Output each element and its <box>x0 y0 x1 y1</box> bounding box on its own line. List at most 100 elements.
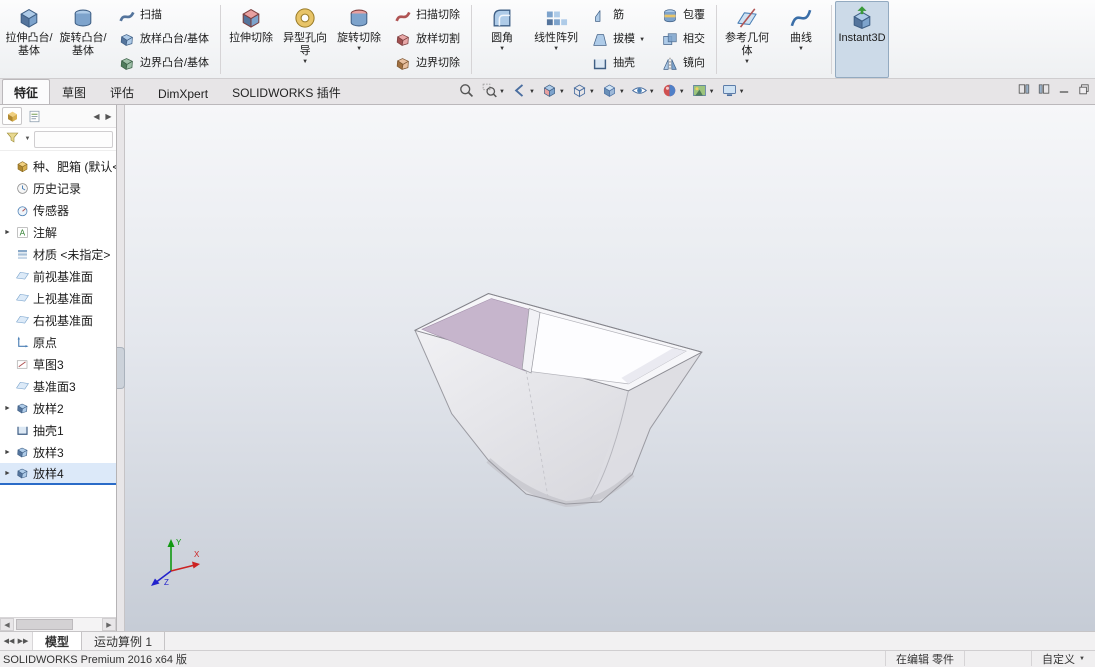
shell-button[interactable]: 抽壳 <box>585 52 651 75</box>
apply-scene-icon <box>691 82 708 102</box>
fillet-button[interactable]: 圆角 ▼ <box>475 1 529 78</box>
previous-view-button[interactable]: ▼ <box>509 81 537 102</box>
rib-button[interactable]: 筋 <box>585 4 651 27</box>
intersect-button[interactable]: 相交 <box>655 28 711 51</box>
minimize-icon <box>1058 83 1070 95</box>
ribbon-separator <box>471 5 473 74</box>
restore-button[interactable] <box>1078 83 1090 95</box>
view-settings-button[interactable]: ▼ <box>719 81 747 102</box>
filter-funnel-button[interactable] <box>3 130 21 148</box>
tab-SOLIDWORKS 插件[interactable]: SOLIDWORKS 插件 <box>220 79 353 104</box>
tab-草图[interactable]: 草图 <box>50 79 98 104</box>
apply-scene-button[interactable]: ▼ <box>689 81 717 102</box>
tree-filter-input[interactable] <box>34 130 113 148</box>
lofted-boss-base-button[interactable]: 放样凸台/基体 <box>112 28 215 51</box>
tab-DimXpert[interactable]: DimXpert <box>146 82 220 104</box>
draft-button[interactable]: 拔模 ▼ <box>585 28 651 51</box>
expander-icon[interactable]: ► <box>3 229 12 236</box>
dropdown-arrow-icon: ▼ <box>798 46 804 52</box>
section-view-button[interactable]: ▼ <box>539 81 567 102</box>
previous-pane-button[interactable] <box>1018 83 1030 95</box>
boundary-cut-button[interactable]: 边界切除 <box>388 52 466 75</box>
expander-icon[interactable]: ► <box>3 470 12 477</box>
scrollbar-track[interactable] <box>14 618 102 631</box>
lofted-boss-icon <box>118 31 136 49</box>
feature-tree-item-上视基准面[interactable]: 上视基准面 <box>0 287 116 309</box>
hole-wizard-button[interactable]: 异型孔向导 ▼ <box>278 1 332 78</box>
filter-dropdown-arrow[interactable]: ▼ <box>23 136 32 142</box>
mirror-button[interactable]: 镜向 <box>655 52 711 75</box>
feature-tree-item-抽壳1[interactable]: 抽壳1 <box>0 419 116 441</box>
graphics-viewport[interactable]: Z X Y <box>125 105 1095 631</box>
instant3d-button[interactable]: Instant3D <box>835 1 890 78</box>
doc-tabs-first-button[interactable]: ◀◀ <box>3 637 15 645</box>
ribbon-stack: 筋拔模 ▼ 抽壳 <box>583 1 653 78</box>
feature-tree-item-右视基准面[interactable]: 右视基准面 <box>0 309 116 331</box>
propertymanager-tab[interactable] <box>24 107 44 125</box>
zoom-to-fit-button[interactable] <box>456 81 477 102</box>
feature-tree-item-种、肥箱 (默认<<[interactable]: 种、肥箱 (默认<< <box>0 155 116 177</box>
document-tab-模型[interactable]: 模型 <box>33 632 83 650</box>
hide-show-items-icon <box>631 82 648 102</box>
wrap-icon <box>661 7 679 25</box>
splitter-handle[interactable] <box>117 347 125 389</box>
panel-splitter[interactable] <box>117 105 125 631</box>
scroll-right-button[interactable]: ▶ <box>102 618 116 631</box>
swept-cut-button[interactable]: 扫描切除 <box>388 4 466 27</box>
featuremanager-icon <box>7 111 17 122</box>
customize-menu[interactable]: 自定义 ▼ <box>1031 651 1095 666</box>
triad-z-label: Z <box>164 578 169 587</box>
expander-icon[interactable]: ► <box>3 449 12 456</box>
svg-text:A: A <box>20 228 26 237</box>
extruded-cut-button[interactable]: 拉伸切除 <box>224 1 278 78</box>
featuremanager-tab[interactable] <box>2 107 22 125</box>
curves-button[interactable]: 曲线 ▼ <box>774 1 828 78</box>
feature-tree-item-注解[interactable]: ► A 注解 <box>0 221 116 243</box>
feature-tree-item-历史记录[interactable]: 历史记录 <box>0 177 116 199</box>
feature-tree-item-原点[interactable]: 原点 <box>0 331 116 353</box>
feature-tree-item-放样3[interactable]: ► 放样3 <box>0 441 116 463</box>
revolved-boss-base-button[interactable]: 旋转凸台/基体 <box>56 1 110 78</box>
lofted-cut-button[interactable]: 放样切割 <box>388 28 466 51</box>
tab-评估[interactable]: 评估 <box>98 79 146 104</box>
sketch-icon <box>15 357 30 372</box>
dropdown-arrow-icon: ▼ <box>356 46 363 52</box>
feature-tree-item-放样2[interactable]: ► 放样2 <box>0 397 116 419</box>
feature-tree-item-放样4[interactable]: ► 放样4 <box>0 463 116 485</box>
panel-tabs-scroll-right-button[interactable]: ▶ <box>103 112 114 121</box>
expander-icon[interactable]: ► <box>3 405 12 412</box>
dropdown-arrow-icon: ▼ <box>553 46 560 52</box>
zoom-to-area-button[interactable]: ▼ <box>479 81 507 102</box>
minimize-button[interactable] <box>1058 83 1070 95</box>
feature-tree-item-前视基准面[interactable]: 前视基准面 <box>0 265 116 287</box>
feature-tree-item-传感器[interactable]: 传感器 <box>0 199 116 221</box>
reference-geometry-button[interactable]: 参考几何体 ▼ <box>720 1 774 78</box>
dropdown-arrow-icon: ▼ <box>588 88 595 95</box>
boundary-boss-base-button[interactable]: 边界凸台/基体 <box>112 52 215 75</box>
extruded-boss-base-button[interactable]: 拉伸凸台/基体 <box>2 1 56 78</box>
feature-tree-item-材质 <未指定>[interactable]: 材质 <未指定> <box>0 243 116 265</box>
tab-特征[interactable]: 特征 <box>2 79 51 104</box>
document-tab-运动算例 1[interactable]: 运动算例 1 <box>82 632 166 650</box>
next-pane-button[interactable] <box>1038 83 1050 95</box>
wrap-button[interactable]: 包覆 <box>655 4 711 27</box>
dropdown-arrow-icon: ▼ <box>639 36 646 43</box>
rib-icon <box>591 7 609 25</box>
swept-boss-base-button[interactable]: 扫描 <box>112 4 215 27</box>
edit-appearance-button[interactable]: ▼ <box>659 81 687 102</box>
revolved-cut-button[interactable]: 旋转切除 ▼ <box>332 1 386 78</box>
hide-show-items-button[interactable]: ▼ <box>629 81 657 102</box>
feature-tree-item-草图3[interactable]: 草图3 <box>0 353 116 375</box>
dropdown-arrow-icon: ▼ <box>648 88 655 95</box>
annotations-icon: A <box>15 225 30 240</box>
scroll-left-button[interactable]: ◀ <box>0 618 14 631</box>
doc-tabs-prev-button[interactable]: ▶▶ <box>17 637 29 645</box>
display-style-button[interactable]: ▼ <box>599 81 627 102</box>
fillet-icon <box>489 5 515 31</box>
scrollbar-thumb[interactable] <box>16 619 73 630</box>
linear-pattern-button[interactable]: 线性阵列 ▼ <box>529 1 583 78</box>
edit-appearance-icon <box>661 82 678 102</box>
panel-tabs-scroll-left-button[interactable]: ◀ <box>91 112 102 121</box>
feature-tree-item-基准面3[interactable]: 基准面3 <box>0 375 116 397</box>
view-orientation-button[interactable]: ▼ <box>569 81 597 102</box>
